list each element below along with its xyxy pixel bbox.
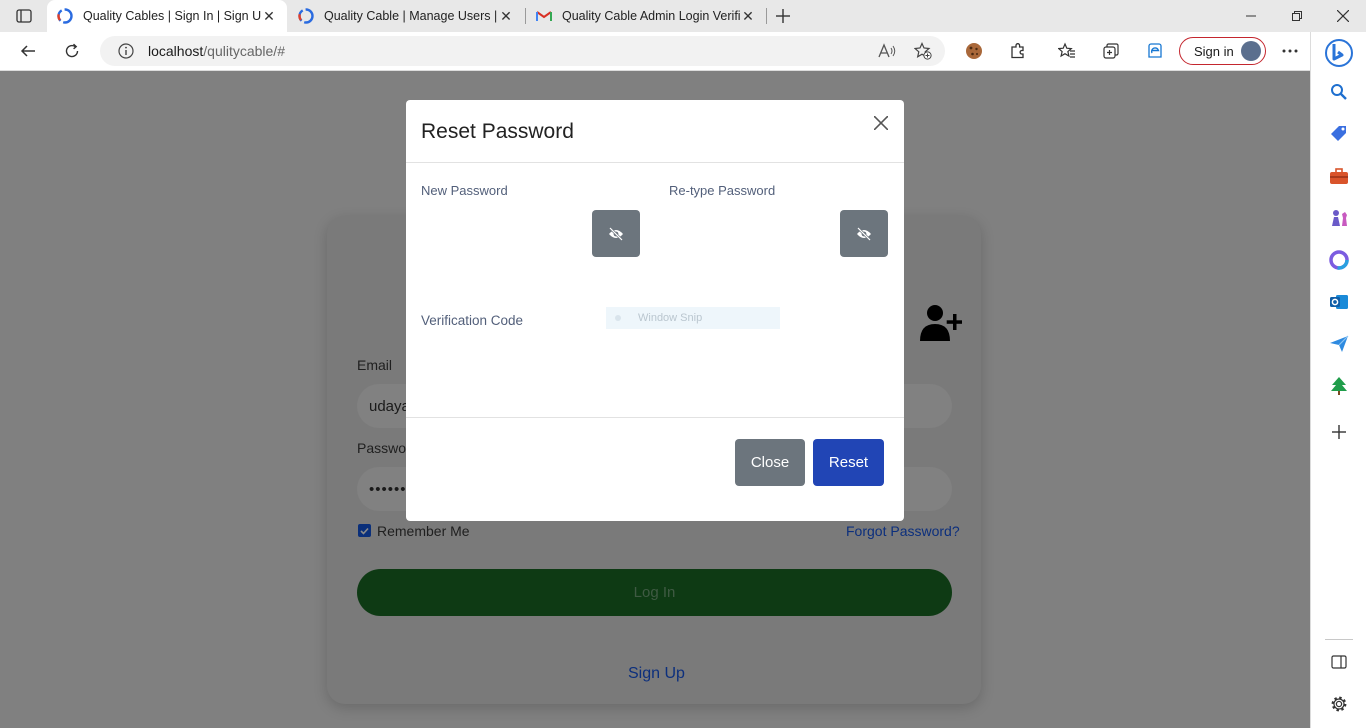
add-favorite-icon[interactable]	[913, 42, 933, 60]
minimize-icon[interactable]	[1228, 0, 1274, 32]
gmail-icon	[536, 11, 552, 21]
hide-sidebar-icon[interactable]	[1327, 650, 1351, 674]
remember-me-checkbox[interactable]	[358, 524, 371, 537]
refresh-icon[interactable]	[56, 36, 88, 66]
sign-in-label: Sign in	[1194, 43, 1234, 59]
back-icon[interactable]	[12, 36, 44, 66]
modal-close-icon[interactable]	[870, 112, 892, 134]
sign-in-button[interactable]: Sign in	[1179, 37, 1266, 65]
outlook-icon[interactable]	[1327, 290, 1351, 314]
sign-up-link[interactable]: Sign Up	[628, 665, 685, 683]
restore-icon[interactable]	[1274, 0, 1320, 32]
tab-title: Quality Cable | Manage Users | A	[324, 9, 498, 23]
site-info-icon[interactable]	[118, 43, 134, 59]
microsoft-365-icon[interactable]	[1327, 248, 1351, 272]
send-drop-icon[interactable]	[1327, 332, 1351, 356]
snip-dot-icon	[615, 315, 621, 321]
close-tab-icon[interactable]: ✕	[740, 8, 756, 24]
quality-cable-favicon-icon	[57, 8, 73, 24]
new-tab-icon[interactable]	[770, 4, 796, 28]
tree-icon[interactable]	[1327, 374, 1351, 398]
verification-code-label: Verification Code	[421, 313, 524, 328]
forgot-password-link[interactable]: Forgot Password?	[846, 523, 960, 539]
url-host: localhost	[148, 43, 204, 59]
tab-gmail-verification[interactable]: Quality Cable Admin Login Verifi ✕	[526, 0, 766, 32]
reset-button[interactable]: Reset	[813, 439, 884, 486]
browser-toolbar: localhost/qulitycable/# Sign in	[0, 32, 1310, 71]
password-label: Passwor	[357, 440, 411, 456]
snip-label: Window Snip	[638, 312, 703, 324]
shopping-tag-icon[interactable]	[1327, 122, 1351, 146]
modal-footer: Close Reset	[406, 417, 904, 521]
bing-copilot-icon[interactable]	[1324, 38, 1354, 68]
new-password-label: New Password	[421, 183, 508, 198]
tools-briefcase-icon[interactable]	[1327, 164, 1351, 188]
quality-cable-favicon-icon	[298, 8, 314, 24]
window-snip-overlay: Window Snip	[606, 307, 780, 329]
favorites-icon[interactable]	[1051, 36, 1083, 66]
close-window-icon[interactable]	[1320, 0, 1366, 32]
modal-header: Reset Password	[406, 100, 904, 163]
avatar-icon	[1241, 41, 1261, 61]
address-bar[interactable]: localhost/qulitycable/#	[100, 36, 945, 66]
games-chess-icon[interactable]	[1327, 206, 1351, 230]
extensions-icon[interactable]	[1002, 36, 1034, 66]
more-menu-icon[interactable]	[1274, 36, 1306, 66]
user-plus-icon	[920, 305, 962, 341]
tab-manage-users[interactable]: Quality Cable | Manage Users | A ✕	[288, 0, 524, 32]
retype-password-label: Re-type Password	[669, 183, 776, 198]
close-tab-icon[interactable]: ✕	[261, 8, 277, 24]
tab-title: Quality Cable Admin Login Verifi	[562, 9, 740, 23]
url-path: /qulitycable/#	[203, 43, 285, 59]
edge-sidebar	[1310, 32, 1366, 728]
tab-separator	[766, 8, 767, 24]
sidebar-settings-gear-icon[interactable]	[1327, 692, 1351, 716]
close-button[interactable]: Close	[735, 439, 805, 486]
tab-quality-cables-signin[interactable]: Quality Cables | Sign In | Sign Up ✕	[47, 0, 287, 32]
modal-title: Reset Password	[421, 120, 574, 143]
toggle-new-password-eye-slash-icon[interactable]	[592, 210, 640, 257]
reset-password-modal: Reset Password New Password Re-type Pass…	[406, 100, 904, 521]
email-label: Email	[357, 357, 393, 373]
login-button[interactable]: Log In	[357, 569, 952, 616]
cookie-extension-icon[interactable]	[958, 36, 990, 66]
url-text[interactable]: localhost/qulitycable/#	[148, 43, 285, 59]
tab-title: Quality Cables | Sign In | Sign Up	[83, 9, 261, 23]
add-sidebar-app-icon[interactable]	[1327, 420, 1351, 444]
tab-actions-icon[interactable]	[10, 6, 38, 26]
sidebar-divider	[1325, 639, 1353, 640]
collections-icon[interactable]	[1095, 36, 1127, 66]
toggle-retype-password-eye-slash-icon[interactable]	[840, 210, 888, 257]
search-icon[interactable]	[1327, 80, 1351, 104]
read-aloud-icon[interactable]	[877, 42, 897, 60]
tab-bar: Quality Cables | Sign In | Sign Up ✕ Qua…	[0, 0, 1366, 32]
browser-essentials-icon[interactable]	[1139, 36, 1171, 66]
close-tab-icon[interactable]: ✕	[498, 8, 514, 24]
remember-me-label[interactable]: Remember Me	[377, 523, 470, 539]
